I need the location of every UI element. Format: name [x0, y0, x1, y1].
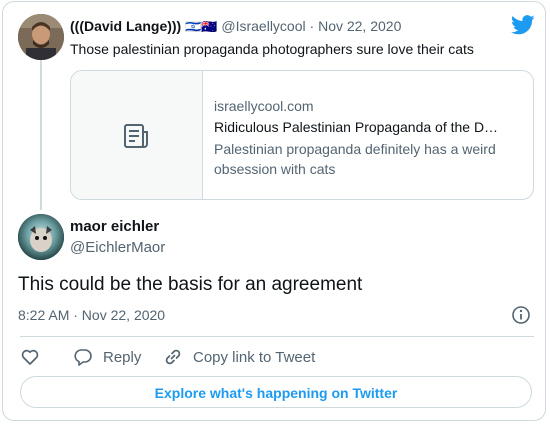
quoted-tweet-text: Those palestinian propaganda photographe… — [70, 41, 474, 57]
dot-separator: · — [309, 18, 315, 34]
info-icon[interactable] — [511, 305, 531, 330]
avatar-photo-icon — [18, 214, 64, 260]
reply-bubble-icon — [74, 349, 92, 366]
tweet-embed-card: (((David Lange))) 🇮🇱🇦🇺 @Israellycool · N… — [2, 1, 546, 421]
heart-icon — [21, 349, 39, 365]
link-thumbnail — [71, 71, 203, 199]
avatar-maor-eichler[interactable] — [18, 214, 64, 260]
thread-connector-line — [40, 60, 42, 210]
link-description: Palestinian propaganda definitely has a … — [214, 141, 496, 177]
link-preview-card[interactable]: israellycool.com Ridiculous Palestinian … — [70, 70, 534, 200]
author-handle[interactable]: @Israellycool — [221, 18, 305, 34]
reply-timestamp[interactable]: 8:22 AM · Nov 22, 2020 — [18, 307, 165, 323]
author-flags: 🇮🇱🇦🇺 — [185, 19, 218, 34]
link-title: Ridiculous Palestinian Propaganda of the… — [214, 119, 499, 135]
divider — [20, 336, 534, 337]
reply-label: Reply — [103, 348, 142, 366]
twitter-bird-icon[interactable] — [511, 15, 535, 40]
reply-tweet-text: This could be the basis for an agreement — [18, 274, 363, 295]
reply-author-name[interactable]: maor eichler — [70, 218, 159, 235]
quoted-tweet-header: (((David Lange))) 🇮🇱🇦🇺 @Israellycool · N… — [70, 18, 401, 35]
reply-author-handle[interactable]: @EichlerMaor — [70, 239, 165, 256]
link-chain-icon — [165, 349, 181, 365]
explore-twitter-button[interactable]: Explore what's happening on Twitter — [20, 376, 532, 408]
author-name[interactable]: (((David Lange))) — [70, 18, 181, 34]
article-icon — [124, 124, 148, 148]
link-domain: israellycool.com — [214, 98, 314, 114]
copy-link-label: Copy link to Tweet — [193, 348, 316, 366]
tweet-date[interactable]: Nov 22, 2020 — [318, 18, 401, 34]
copy-link-button[interactable]: Copy link to Tweet — [163, 346, 315, 368]
avatar-photo-icon — [18, 14, 64, 60]
like-button[interactable] — [20, 346, 50, 368]
reply-button[interactable]: Reply — [73, 346, 141, 368]
avatar-david-lange[interactable] — [18, 14, 64, 60]
